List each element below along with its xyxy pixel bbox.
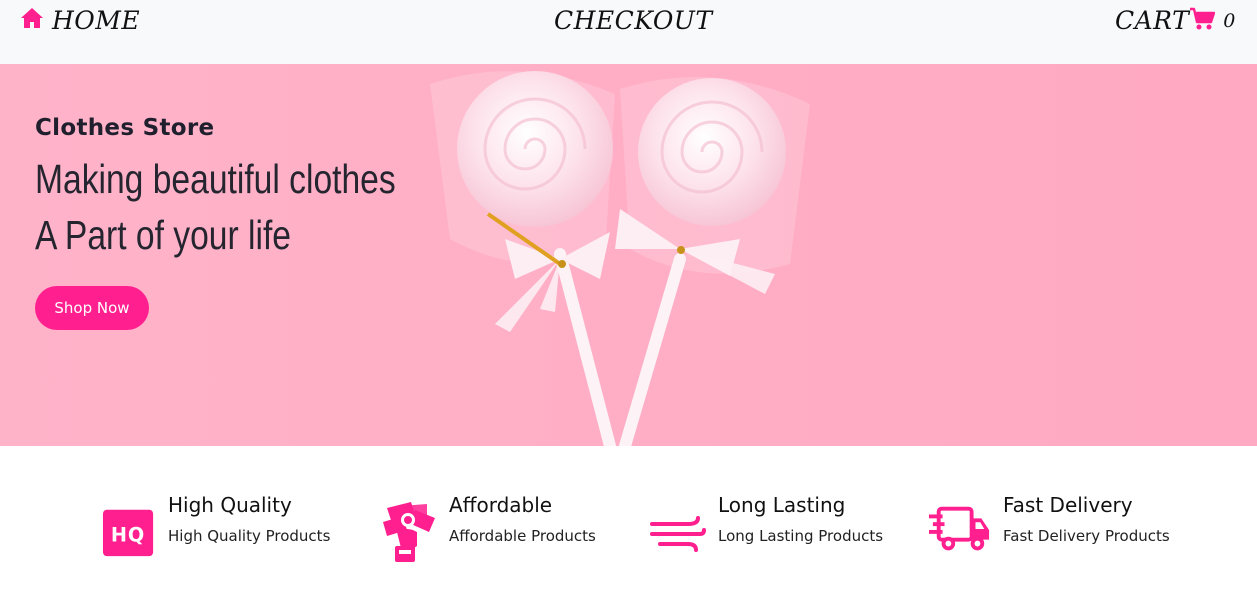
feature-title: Affordable [449, 493, 553, 517]
nav-checkout-label: CHECKOUT [554, 6, 713, 35]
nav-checkout-link[interactable]: CHECKOUT [554, 6, 713, 35]
shopping-cart-icon [1190, 7, 1216, 29]
feature-long-lasting: Long Lasting Long Lasting Products [650, 492, 883, 554]
top-navbar: HOME CHECKOUT CART 0 [0, 0, 1257, 64]
feature-title: Long Lasting [718, 493, 846, 517]
feature-description: High Quality Products [168, 527, 331, 545]
nav-home-link[interactable]: HOME [20, 6, 140, 35]
hero-title-line-2: A Part of your life [35, 212, 292, 258]
feature-affordable: Affordable Affordable Products [381, 492, 596, 564]
feature-description: Fast Delivery Products [1003, 527, 1170, 545]
home-icon [21, 7, 43, 28]
feature-description: Affordable Products [449, 527, 596, 545]
feature-description: Long Lasting Products [718, 527, 884, 545]
shop-now-button[interactable]: Shop Now [35, 286, 149, 330]
feature-high-quality: HQ High Quality High Quality Products [102, 492, 330, 558]
nav-cart-link[interactable]: CART 0 [1115, 6, 1236, 35]
hero-title-line-1: Making beautiful clothes [35, 156, 396, 202]
cart-count-badge: 0 [1223, 9, 1236, 32]
features-section: HQ High Quality High Quality Products Af… [0, 446, 1257, 616]
hero-banner: Clothes Store Making beautiful clothes A… [0, 64, 1257, 446]
hero-title: Making beautiful clothes A Part of your … [35, 151, 396, 263]
delivery-truck-icon [929, 506, 990, 551]
feature-title: Fast Delivery [1003, 493, 1133, 517]
feature-fast-delivery: Fast Delivery Fast Delivery Products [929, 492, 1170, 554]
svg-text:HQ: HQ [111, 524, 145, 547]
nav-home-label: HOME [52, 6, 141, 35]
nav-cart-label: CART [1115, 6, 1190, 35]
hero-subtitle: Clothes Store [35, 115, 215, 141]
hq-badge-icon: HQ [102, 509, 154, 557]
money-hand-icon [383, 502, 435, 562]
wind-lines-icon [650, 516, 706, 552]
feature-title: High Quality [168, 493, 292, 517]
